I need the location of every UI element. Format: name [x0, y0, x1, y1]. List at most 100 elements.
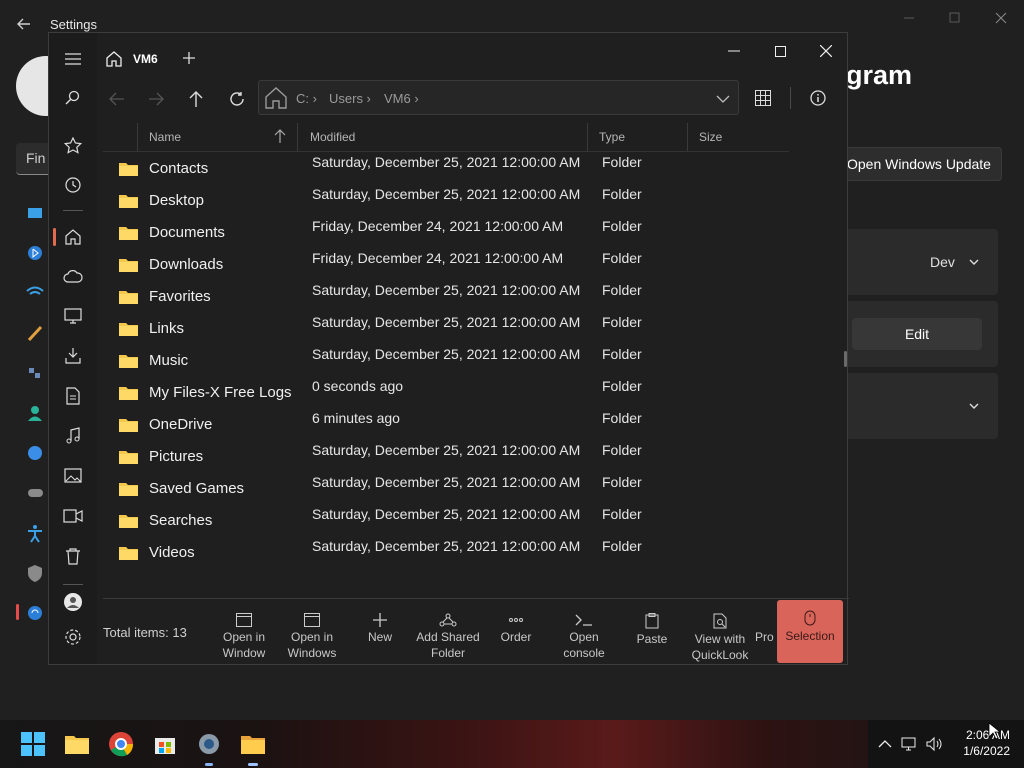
sidebar-item-documents[interactable] [58, 381, 88, 411]
file-manager-icon[interactable] [239, 730, 267, 758]
sidebar-item-cloud[interactable] [58, 262, 88, 292]
list-item[interactable]: Desktop Saturday, December 25, 2021 12:0… [103, 184, 793, 216]
accounts-icon[interactable] [22, 403, 50, 423]
chrome-icon[interactable] [107, 730, 135, 758]
volume-icon[interactable] [925, 735, 943, 753]
accessibility-icon[interactable] [22, 523, 50, 543]
open-in-windows-button[interactable]: Open in Windows [279, 603, 345, 665]
list-item[interactable]: My Files-X Free Logs 0 seconds ago Folde… [103, 376, 793, 408]
column-divider[interactable] [687, 123, 688, 151]
list-item[interactable]: Searches Saturday, December 25, 2021 12:… [103, 504, 793, 536]
sidebar-item-favorites[interactable] [58, 131, 88, 161]
close-button[interactable] [811, 39, 841, 63]
column-header-type[interactable]: Type [599, 123, 625, 151]
column-header-modified[interactable]: Modified [310, 123, 355, 151]
search-button[interactable] [58, 83, 88, 113]
list-item[interactable]: Links Saturday, December 25, 2021 12:00:… [103, 312, 793, 344]
scrollbar[interactable] [844, 351, 847, 367]
menu-button[interactable] [58, 44, 88, 74]
chevron-down-icon[interactable] [968, 400, 980, 412]
sidebar-item-downloads[interactable] [58, 341, 88, 371]
sidebar-item-recent[interactable] [58, 170, 88, 200]
gaming-icon[interactable] [22, 483, 50, 503]
order-button[interactable]: Order [483, 603, 549, 665]
maximize-icon[interactable] [932, 6, 978, 30]
tab-vm6[interactable]: VM6 [105, 44, 158, 74]
network-icon[interactable] [901, 735, 919, 753]
properties-button[interactable]: Pro [755, 603, 779, 665]
new-button[interactable]: New [347, 603, 413, 665]
system-icon[interactable] [22, 205, 50, 225]
list-item[interactable]: Pictures Saturday, December 25, 2021 12:… [103, 440, 793, 472]
start-windows-icon[interactable] [19, 730, 47, 758]
view-mode-button[interactable] [752, 87, 774, 109]
forward-button[interactable] [145, 88, 167, 110]
sort-up-icon[interactable] [274, 129, 286, 143]
chevron-down-icon[interactable] [716, 92, 730, 106]
list-item[interactable]: OneDrive 6 minutes ago Folder [103, 408, 793, 440]
settings-gear-icon[interactable] [195, 730, 223, 758]
windows-update-icon[interactable] [22, 603, 50, 623]
file-name: Downloads [149, 256, 224, 273]
maximize-button[interactable] [765, 39, 795, 63]
sidebar-item-pictures[interactable] [58, 461, 88, 491]
open-console-button[interactable]: Open console [551, 603, 617, 665]
info-button[interactable] [807, 87, 829, 109]
refresh-button[interactable] [226, 88, 248, 110]
list-item[interactable]: Saved Games Saturday, December 25, 2021 … [103, 472, 793, 504]
chevron-down-icon[interactable] [968, 256, 980, 268]
chevron-up-icon[interactable] [876, 735, 894, 753]
edit-button[interactable]: Edit [852, 318, 982, 350]
open-windows-update-button[interactable]: Open Windows Update [836, 147, 1002, 181]
sidebar-item-home[interactable] [58, 222, 88, 252]
add-tab-icon[interactable] [181, 50, 197, 66]
list-item[interactable]: Videos Saturday, December 25, 2021 12:00… [103, 536, 793, 568]
settings-button[interactable] [58, 622, 88, 652]
hamburger-icon [65, 53, 81, 65]
breadcrumb-c[interactable]: C: › [296, 91, 317, 106]
action-label: Open console [563, 630, 605, 660]
list-item[interactable]: Favorites Saturday, December 25, 2021 12… [103, 280, 793, 312]
file-explorer-icon[interactable] [63, 730, 91, 758]
plus-icon [373, 613, 387, 627]
store-icon[interactable] [151, 730, 179, 758]
clock[interactable]: 2:06 AM 1/6/2022 [963, 727, 1010, 759]
list-item[interactable]: Music Saturday, December 25, 2021 12:00:… [103, 344, 793, 376]
personalization-icon[interactable] [22, 323, 50, 343]
paste-button[interactable]: Paste [619, 603, 685, 665]
list-item[interactable]: Downloads Friday, December 24, 2021 12:0… [103, 248, 793, 280]
view-with-quicklook-button[interactable]: View with QuickLook [687, 603, 753, 665]
column-divider[interactable] [297, 123, 298, 151]
sidebar-item-recycle-bin[interactable] [58, 541, 88, 571]
list-item[interactable]: Documents Friday, December 24, 2021 12:0… [103, 216, 793, 248]
back-arrow-icon[interactable] [14, 14, 34, 34]
file-name: Saved Games [149, 480, 245, 497]
sidebar-item-this-pc[interactable] [58, 301, 88, 331]
selection-button[interactable]: Selection [777, 600, 843, 663]
time-icon[interactable] [22, 443, 50, 463]
folder-icon [119, 451, 138, 464]
add-shared-folder-button[interactable]: Add Shared Folder [415, 603, 481, 665]
file-name: My Files-X Free Logs [149, 384, 292, 401]
sidebar-item-music[interactable] [58, 421, 88, 451]
minimize-button[interactable] [719, 39, 749, 63]
folder-icon [119, 515, 138, 528]
network-icon[interactable] [22, 283, 50, 303]
column-header-size[interactable]: Size [699, 123, 722, 151]
column-divider[interactable] [587, 123, 588, 151]
privacy-icon[interactable] [22, 563, 50, 583]
up-button[interactable] [185, 88, 207, 110]
account-button[interactable] [58, 587, 88, 617]
sidebar-item-videos[interactable] [58, 501, 88, 531]
column-header-name[interactable]: Name [149, 123, 181, 151]
close-icon[interactable] [978, 6, 1024, 30]
bluetooth-icon[interactable] [22, 243, 50, 263]
address-bar[interactable]: C: › Users › VM6 › [258, 80, 739, 115]
breadcrumb-vm6[interactable]: VM6 › [384, 91, 419, 106]
list-item[interactable]: Contacts Saturday, December 25, 2021 12:… [103, 152, 793, 184]
open-in-window-button[interactable]: Open in Window [211, 603, 277, 665]
breadcrumb-users[interactable]: Users › [329, 91, 371, 106]
apps-icon[interactable] [22, 363, 50, 383]
back-button[interactable] [106, 88, 128, 110]
minimize-icon[interactable] [886, 6, 932, 30]
